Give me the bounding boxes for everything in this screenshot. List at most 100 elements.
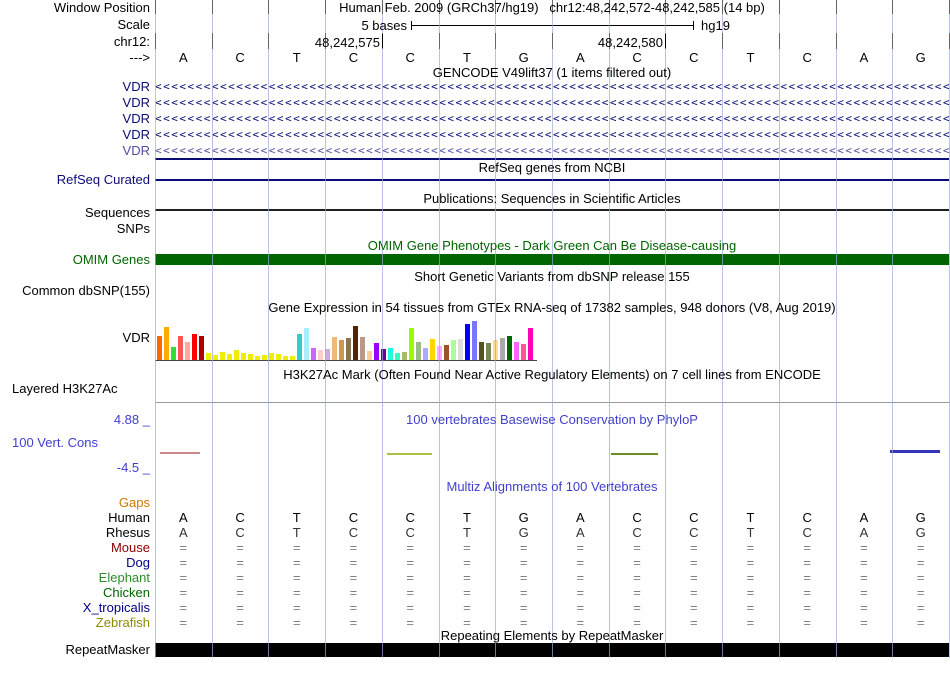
multiz-alignment-base: G <box>518 510 529 525</box>
gtex-track-title[interactable]: Gene Expression in 54 tissues from GTEx … <box>155 301 949 315</box>
multiz-species-label[interactable]: Gaps <box>0 495 150 510</box>
dbsnp-label[interactable]: Common dbSNP(155) <box>0 284 150 298</box>
sequences-label[interactable]: Sequences <box>0 206 150 220</box>
multiz-alignment-base: = <box>746 585 755 600</box>
multiz-alignment-base: = <box>860 570 868 585</box>
sequence-base: C <box>802 50 812 65</box>
multiz-alignment-base: = <box>349 615 358 630</box>
multiz-alignment-base: = <box>292 570 301 585</box>
gtex-tissue-bar <box>311 348 316 360</box>
multiz-alignment-base: = <box>860 585 868 600</box>
ruler-position-tick-2 <box>665 34 666 48</box>
multiz-alignment-base: C <box>235 525 245 540</box>
multiz-species-label[interactable]: Elephant <box>0 570 150 585</box>
gtex-expression-chart[interactable] <box>157 316 537 360</box>
h3k27ac-track-title[interactable]: H3K27Ac Mark (Often Found Near Active Re… <box>155 368 949 382</box>
multiz-alignment-base: = <box>519 600 528 615</box>
conservation-label[interactable]: 100 Vert. Cons <box>12 436 98 450</box>
multiz-alignment-base: = <box>689 585 698 600</box>
snps-label[interactable]: SNPs <box>0 222 150 236</box>
multiz-alignment-base: = <box>860 555 868 570</box>
multiz-alignment-base: T <box>462 525 471 540</box>
multiz-alignment-base: = <box>689 540 698 555</box>
scale-bar-right-tick <box>693 21 694 30</box>
multiz-alignment-base: = <box>633 540 641 555</box>
multiz-alignment-base: = <box>916 555 925 570</box>
multiz-species-label[interactable]: Mouse <box>0 540 150 555</box>
multiz-species-label[interactable]: Rhesus <box>0 525 150 540</box>
multiz-alignment-base: = <box>519 570 528 585</box>
multiz-alignment-base: = <box>916 585 925 600</box>
sequence-base: C <box>689 50 699 65</box>
multiz-alignment-base: = <box>633 585 641 600</box>
gtex-tissue-bar <box>367 351 372 360</box>
dbsnp-track-title[interactable]: Short Genetic Variants from dbSNP releas… <box>155 270 949 284</box>
gencode-item-label[interactable]: VDR <box>0 111 150 127</box>
multiz-alignment-base: G <box>518 525 529 540</box>
gencode-item-label[interactable]: VDR <box>0 95 150 111</box>
multiz-species-label[interactable]: Human <box>0 510 150 525</box>
h3k27ac-label[interactable]: Layered H3K27Ac <box>12 382 118 396</box>
multiz-alignment-base: = <box>292 540 301 555</box>
scale-label: Scale <box>117 17 150 32</box>
ruler-tick <box>495 33 496 49</box>
gtex-tissue-bar <box>479 342 484 360</box>
multiz-alignment-base: = <box>803 600 811 615</box>
publications-track-title[interactable]: Publications: Sequences in Scientific Ar… <box>155 192 949 206</box>
sequence-base: T <box>292 50 301 65</box>
multiz-alignment-base: = <box>236 540 244 555</box>
multiz-species-label[interactable]: X_tropicalis <box>0 600 150 615</box>
multiz-alignment-base: = <box>689 615 698 630</box>
multiz-alignment-base: = <box>633 615 641 630</box>
multiz-species-label[interactable]: Chicken <box>0 585 150 600</box>
multiz-alignment-base: T <box>746 510 755 525</box>
multiz-alignment-base: = <box>803 540 811 555</box>
conservation-track-title[interactable]: 100 vertebrates Basewise Conservation by… <box>155 413 949 427</box>
multiz-alignment-base: = <box>463 615 471 630</box>
ruler-tick <box>552 33 553 49</box>
sequence-base: C <box>348 50 359 65</box>
multiz-alignment-base: = <box>292 600 301 615</box>
gtex-tissue-bar <box>409 328 414 360</box>
gtex-tissue-bar <box>528 328 533 360</box>
omim-genes-label[interactable]: OMIM Genes <box>0 253 150 267</box>
gtex-tissue-bar <box>339 340 344 360</box>
gencode-item-label[interactable]: VDR <box>0 79 150 95</box>
refseq-track-title[interactable]: RefSeq genes from NCBI <box>155 161 949 175</box>
gtex-gene-label[interactable]: VDR <box>0 331 150 345</box>
gtex-tissue-bar <box>185 342 190 360</box>
ruler-tick <box>722 33 723 49</box>
gencode-item-label[interactable]: VDR <box>0 127 150 143</box>
multiz-alignment-base: = <box>179 585 188 600</box>
gencode-item-label[interactable]: VDR <box>0 143 150 159</box>
multiz-alignment-base: = <box>689 555 698 570</box>
multiz-track-title[interactable]: Multiz Alignments of 100 Vertebrates <box>155 480 949 494</box>
strand-direction-label: ---> <box>129 50 150 65</box>
multiz-species-label[interactable]: Zebrafish <box>0 615 150 630</box>
multiz-alignment-base: = <box>860 600 868 615</box>
multiz-alignment-base: = <box>463 600 471 615</box>
multiz-alignment-base: C <box>689 510 699 525</box>
multiz-alignment-base: = <box>349 540 358 555</box>
repeatmasker-track-title[interactable]: Repeating Elements by RepeatMasker <box>155 629 949 643</box>
gtex-tissue-bar <box>353 326 358 360</box>
gtex-tissue-bar <box>430 339 435 360</box>
gtex-tissue-bar <box>178 336 183 360</box>
gtex-tissue-bar <box>500 338 505 360</box>
refseq-curated-label[interactable]: RefSeq Curated <box>0 173 150 187</box>
omim-track-title[interactable]: OMIM Gene Phenotypes - Dark Green Can Be… <box>155 239 949 253</box>
multiz-alignment-base: C <box>348 525 359 540</box>
gtex-tissue-bar <box>332 337 337 360</box>
gtex-tissue-bar <box>234 350 239 360</box>
conservation-wiggle-segment <box>611 453 658 455</box>
assembly-label: hg19 <box>701 18 730 33</box>
multiz-alignment-base: = <box>519 555 528 570</box>
repeatmasker-label[interactable]: RepeatMasker <box>0 643 150 657</box>
multiz-species-label[interactable]: Dog <box>0 555 150 570</box>
gencode-track-title[interactable]: GENCODE V49lift37 (1 items filtered out) <box>155 66 949 80</box>
ruler-tick <box>779 33 780 49</box>
multiz-alignment-base: = <box>292 615 301 630</box>
gtex-tissue-bar <box>199 336 204 360</box>
gtex-tissue-bar <box>507 336 512 360</box>
multiz-alignment-base: G <box>915 525 926 540</box>
